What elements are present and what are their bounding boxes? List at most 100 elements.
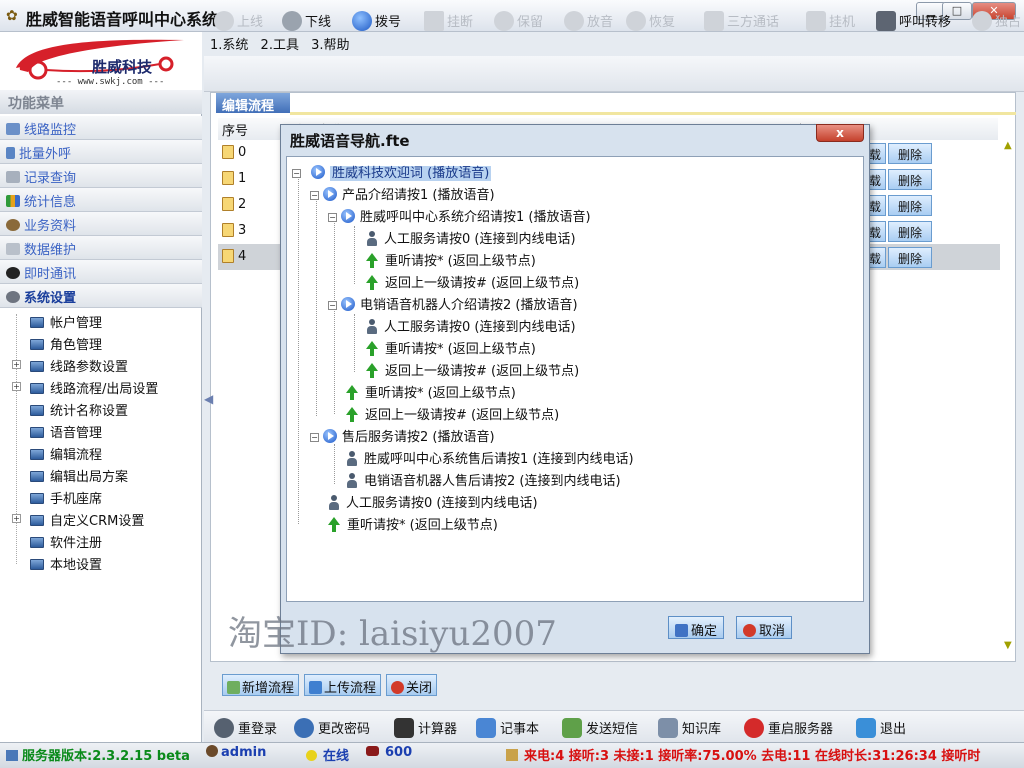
hold-button[interactable]: 保留 xyxy=(494,6,543,32)
tree-node[interactable]: 重听请按* (返回上级节点) xyxy=(328,514,498,536)
delete-button[interactable]: 删除 xyxy=(888,195,932,216)
tree-node[interactable]: − 产品介绍请按1 (播放语音) xyxy=(310,184,495,206)
menu-system-settings[interactable]: 系统设置 xyxy=(0,284,202,308)
hold-icon xyxy=(494,11,514,31)
exit-button[interactable]: 退出 xyxy=(856,716,906,740)
tree-node[interactable]: 返回上一级请按# (返回上级节点) xyxy=(366,360,579,382)
gear-icon xyxy=(6,291,20,303)
up-arrow-icon xyxy=(346,385,359,400)
menu-system[interactable]: 1.系统 xyxy=(210,38,248,53)
online-button[interactable]: 上线 xyxy=(214,6,263,32)
tab-edit-flow[interactable]: 编辑流程 xyxy=(216,93,290,114)
dial-button[interactable]: 拨号 xyxy=(352,6,401,32)
restore-button[interactable]: 恢复 xyxy=(626,6,675,32)
expand-icon[interactable]: + xyxy=(12,514,21,523)
delete-button[interactable]: 删除 xyxy=(888,247,932,268)
solo-button[interactable]: 独占 xyxy=(972,6,1021,32)
menu-statistics[interactable]: 统计信息 xyxy=(0,188,202,212)
menu-tools[interactable]: 2.工具 xyxy=(261,38,299,53)
settings-software-registration[interactable]: 软件注册 xyxy=(12,532,200,554)
calculator-button[interactable]: 计算器 xyxy=(394,716,457,740)
delete-button[interactable]: 删除 xyxy=(888,143,932,164)
collapse-icon[interactable]: − xyxy=(310,433,319,442)
offline-button[interactable]: 下线 xyxy=(282,6,331,32)
menu-data-maintenance[interactable]: 数据维护 xyxy=(0,236,202,260)
settings-edit-outbound[interactable]: 编辑出局方案 xyxy=(12,466,200,488)
telephone-icon xyxy=(366,746,379,756)
notepad-button[interactable]: 记事本 xyxy=(476,716,539,740)
user-icon xyxy=(214,11,234,31)
ok-button[interactable]: 确定 xyxy=(668,616,725,639)
menu-line-monitor[interactable]: 线路监控 xyxy=(0,116,202,140)
computer-icon xyxy=(30,405,44,416)
logo: 胜威科技 --- www.swkj.com --- xyxy=(0,32,202,90)
settings-line-flow[interactable]: + 线路流程/出局设置 xyxy=(12,378,200,400)
tree-node[interactable]: 人工服务请按0 (连接到内线电话) xyxy=(366,228,576,250)
menu-help[interactable]: 3.帮助 xyxy=(311,38,349,53)
delete-button[interactable]: 删除 xyxy=(888,221,932,242)
hook-button[interactable]: 挂机 xyxy=(806,6,855,32)
up-arrow-icon xyxy=(346,407,359,422)
menu-record-query[interactable]: 记录查询 xyxy=(0,164,202,188)
user-icon xyxy=(282,11,302,31)
computer-icon xyxy=(30,559,44,570)
transfer-button[interactable]: 呼叫转移 xyxy=(876,6,951,32)
close-flow-button[interactable]: 关闭 xyxy=(386,674,438,696)
menu-instant-message[interactable]: 即时通讯 xyxy=(0,260,202,284)
expand-icon[interactable]: + xyxy=(12,382,21,391)
tree-node[interactable]: 返回上一级请按# (返回上级节点) xyxy=(346,404,559,426)
chart-icon xyxy=(6,195,20,207)
settings-voice-management[interactable]: 语音管理 xyxy=(12,422,200,444)
tree-node[interactable]: 返回上一级请按# (返回上级节点) xyxy=(366,272,579,294)
add-flow-button[interactable]: 新增流程 xyxy=(222,674,300,696)
delete-button[interactable]: 删除 xyxy=(888,169,932,190)
add-icon xyxy=(227,681,240,694)
dialog-close-button[interactable]: x xyxy=(816,124,864,142)
tree-node[interactable]: − 电销语音机器人介绍请按2 (播放语音) xyxy=(328,294,578,316)
menu-batch-call[interactable]: 批量外呼 xyxy=(0,140,202,164)
settings-account-management[interactable]: 帐户管理 xyxy=(12,312,200,334)
tree-line xyxy=(334,444,335,484)
collapse-icon[interactable]: − xyxy=(310,191,319,200)
upload-flow-button[interactable]: 上传流程 xyxy=(304,674,382,696)
play-button[interactable]: 放音 xyxy=(564,6,613,32)
computer-icon xyxy=(30,383,44,394)
tree-node[interactable]: 重听请按* (返回上级节点) xyxy=(346,382,516,404)
settings-role-management[interactable]: 角色管理 xyxy=(12,334,200,356)
collapse-icon[interactable]: − xyxy=(328,213,337,222)
tree-node-root[interactable]: − 胜威科技欢迎词 (播放语音) xyxy=(292,162,492,184)
knowledge-base-button[interactable]: 知识库 xyxy=(658,716,721,740)
relogin-button[interactable]: 重登录 xyxy=(214,716,277,740)
tree-node[interactable]: 胜威呼叫中心系统售后请按1 (连接到内线电话) xyxy=(346,448,634,470)
tree-node[interactable]: 人工服务请按0 (连接到内线电话) xyxy=(328,492,538,514)
restart-server-button[interactable]: 重启服务器 xyxy=(744,716,833,740)
settings-stat-names[interactable]: 统计名称设置 xyxy=(12,400,200,422)
settings-local[interactable]: 本地设置 xyxy=(12,554,200,576)
change-password-button[interactable]: 更改密码 xyxy=(294,716,370,740)
send-sms-button[interactable]: 发送短信 xyxy=(562,716,638,740)
expand-icon[interactable]: + xyxy=(12,360,21,369)
users-icon xyxy=(6,219,20,231)
settings-custom-crm[interactable]: + 自定义CRM设置 xyxy=(12,510,200,532)
settings-edit-flow[interactable]: 编辑流程 xyxy=(12,444,200,466)
tree-node[interactable]: − 胜威呼叫中心系统介绍请按1 (播放语音) xyxy=(328,206,591,228)
collapse-panel-arrow[interactable]: ◀ xyxy=(204,392,213,406)
collapse-icon[interactable]: − xyxy=(292,169,301,178)
conference-button[interactable]: 三方通话 xyxy=(704,6,779,32)
tree-line xyxy=(354,226,355,284)
tree-node[interactable]: 重听请按* (返回上级节点) xyxy=(366,338,536,360)
collapse-icon[interactable]: − xyxy=(328,301,337,310)
tree-node[interactable]: 人工服务请按0 (连接到内线电话) xyxy=(366,316,576,338)
scroll-down-arrow[interactable]: ▼ xyxy=(1004,640,1012,651)
status-extension: 600 xyxy=(366,745,412,760)
menu-business-data[interactable]: 业务资料 xyxy=(0,212,202,236)
scroll-up-arrow[interactable]: ▲ xyxy=(1004,140,1012,151)
tree-node[interactable]: 电销语音机器人售后请按2 (连接到内线电话) xyxy=(346,470,621,492)
tree-node[interactable]: − 售后服务请按2 (播放语音) xyxy=(310,426,495,448)
tree-line xyxy=(298,176,299,524)
settings-mobile-seat[interactable]: 手机座席 xyxy=(12,488,200,510)
settings-line-params[interactable]: + 线路参数设置 xyxy=(12,356,200,378)
tree-node[interactable]: 重听请按* (返回上级节点) xyxy=(366,250,536,272)
hangup-button[interactable]: 挂断 xyxy=(424,6,473,32)
cancel-button[interactable]: 取消 xyxy=(736,616,793,639)
